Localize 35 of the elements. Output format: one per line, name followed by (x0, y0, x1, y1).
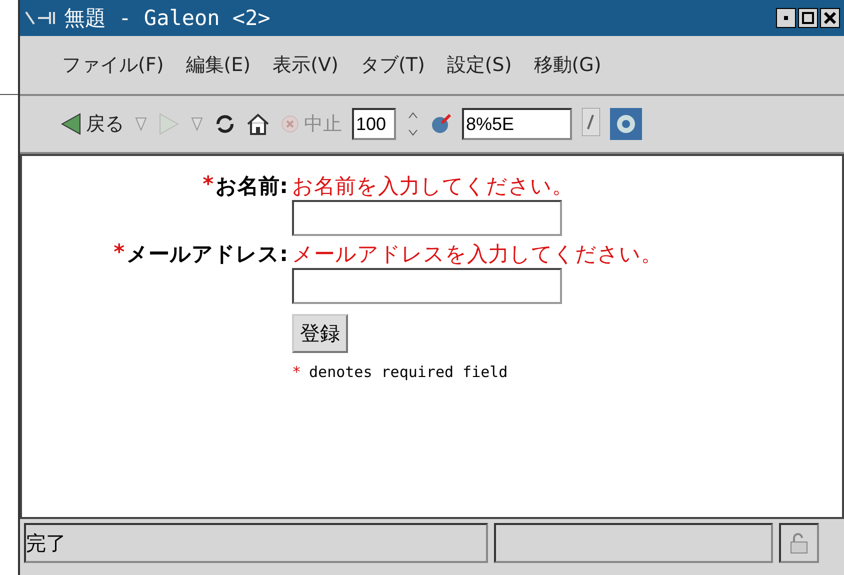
menu-item[interactable]: タブ(T) (360, 52, 425, 78)
globe-icon (430, 113, 452, 135)
field-label: メールアドレス: (126, 241, 288, 268)
field-label: お名前: (216, 173, 288, 200)
padlock-icon (789, 532, 809, 554)
text-field[interactable] (292, 200, 562, 236)
required-mark: * (114, 240, 125, 266)
zoom-field[interactable]: 100 (352, 108, 396, 140)
note-text: denotes required field (309, 363, 508, 381)
forward-arrow-icon (158, 112, 180, 136)
required-mark: * (202, 172, 214, 198)
reload-icon (214, 113, 236, 135)
text-field[interactable] (292, 268, 562, 304)
location-field[interactable]: 8%5E (462, 108, 572, 140)
back-arrow-icon (60, 112, 82, 136)
menu-item[interactable]: ファイル(F) (62, 52, 164, 78)
required-mark: * (292, 363, 302, 381)
reload-button[interactable] (214, 113, 236, 135)
minimize-button[interactable] (776, 8, 796, 28)
maximize-button[interactable] (798, 8, 818, 28)
menu-item[interactable]: 編集(E) (186, 52, 251, 78)
close-button[interactable] (820, 8, 840, 28)
field-hint: お名前を入力してください。 (292, 173, 574, 200)
back-button[interactable]: 戻る (60, 111, 124, 137)
menu-item[interactable]: 移動(G) (534, 52, 602, 78)
window-title: 無題 - Galeon <2> (64, 5, 272, 32)
spin-arrows-icon (406, 110, 420, 138)
status-text: 完了 (26, 530, 66, 556)
menu-item[interactable]: 表示(V) (272, 52, 338, 78)
home-button[interactable] (246, 113, 270, 135)
home-icon (246, 113, 270, 135)
stop-icon (280, 114, 300, 134)
field-hint: メールアドレスを入力してください。 (292, 241, 663, 268)
menu-item[interactable]: 設定(S) (446, 52, 512, 78)
submit-button[interactable]: 登録 (292, 314, 348, 353)
